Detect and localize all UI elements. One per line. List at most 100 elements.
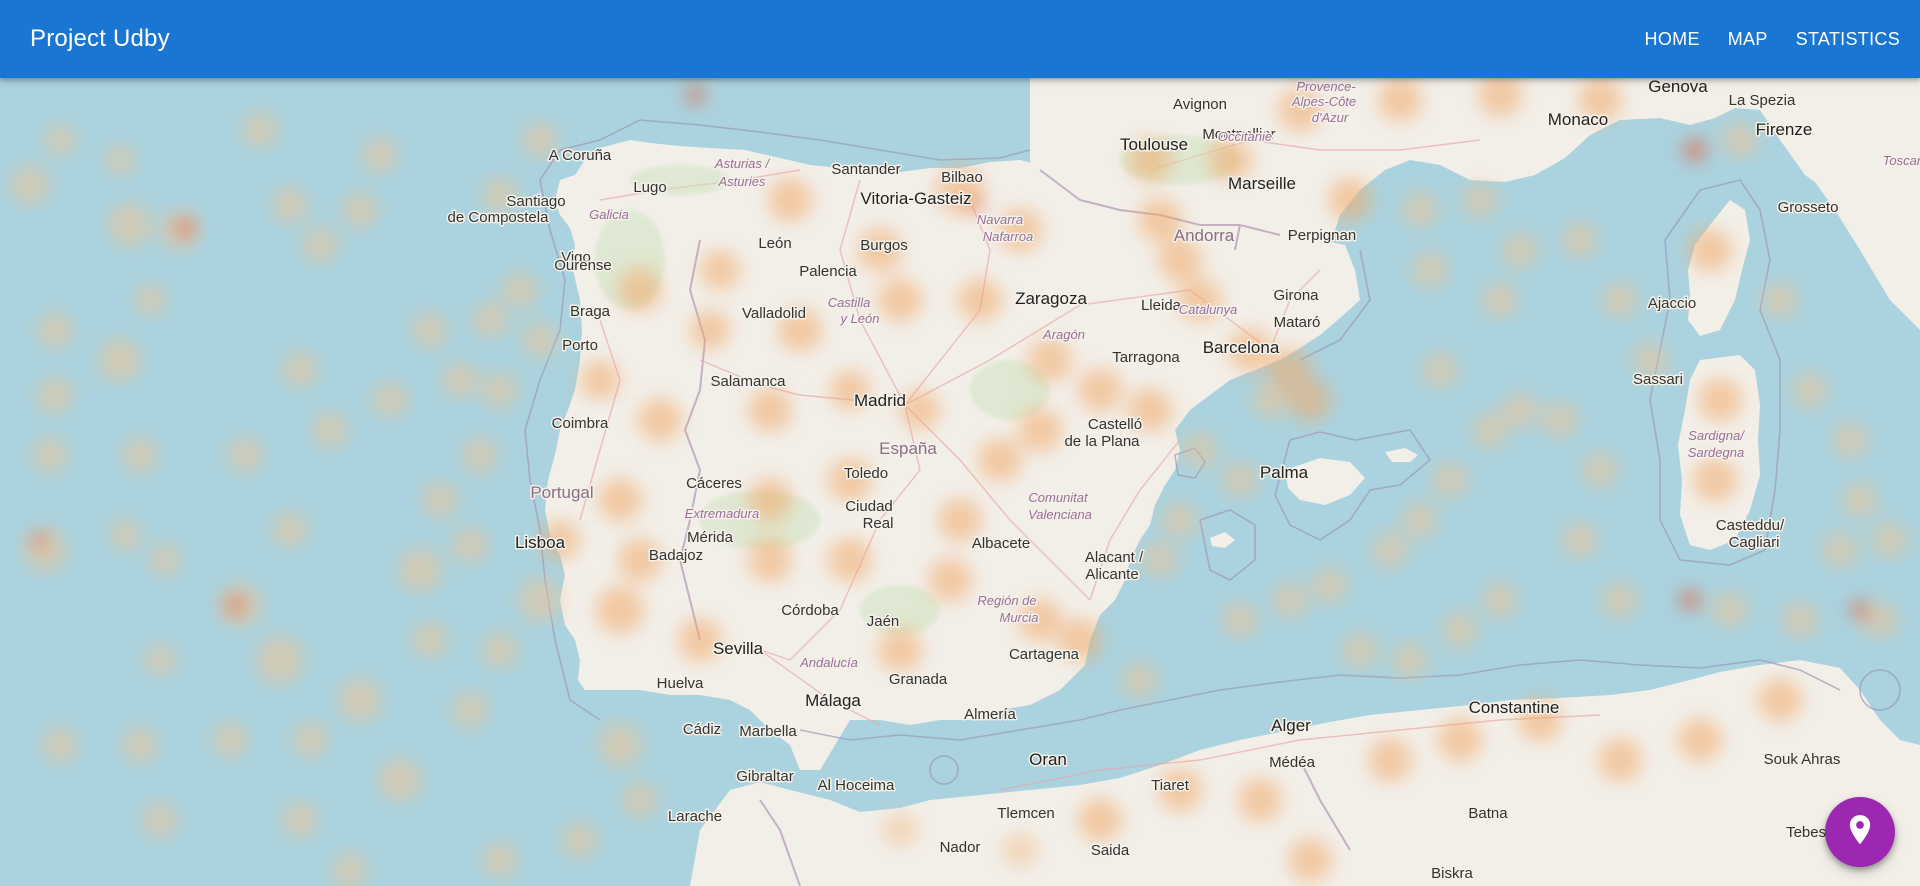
map-label-city: Saida [1091,842,1130,859]
map-label-big: Barcelona [1203,338,1280,357]
map-label-city: Burgos [860,237,908,254]
map-label-region: Región de [977,593,1036,608]
map-label-city: Cádiz [683,721,721,738]
map-label-city: Albacete [972,535,1030,552]
map-label-big: Firenze [1756,120,1813,139]
map-label-city: Porto [562,337,598,354]
map-label-region: Provence- [1296,79,1356,94]
map-label-city: Sassari [1633,371,1683,388]
map-label-city: Mérida [687,529,734,546]
map-label-city: Cáceres [686,475,742,492]
map-label-city: Alicante [1085,566,1138,583]
map-label-city: Biskra [1431,865,1473,882]
map-label-region: Aragón [1042,327,1085,342]
map-label-city: Tiaret [1151,777,1190,794]
map-label-region: y León [839,311,879,326]
map-label-city: Mataró [1274,314,1321,331]
map-label-region: Nafarroa [983,229,1034,244]
map-label-city: Al Hoceima [818,777,895,794]
map-label-big: Constantine [1469,698,1560,717]
map-label-region: Valenciana [1028,507,1092,522]
map-label-city: de Compostela [448,209,550,226]
map-label-city: Tarragona [1112,349,1180,366]
nav-home[interactable]: HOME [1631,21,1714,58]
map-label-city: Girona [1273,287,1319,304]
map-label-city: Almería [964,706,1016,723]
map-label-big: Palma [1260,463,1309,482]
map-label-city: Cartagena [1009,646,1080,663]
map-label-big: Zaragoza [1015,289,1087,308]
map-label-big: Alger [1271,716,1311,735]
map-label-city: Santiago [506,193,565,210]
map-label-city: Badajoz [649,547,703,564]
map-label-city: Batna [1468,805,1508,822]
map-label-region: d'Azur [1312,110,1349,125]
map-label-city: Cagliari [1729,534,1780,551]
map-canvas[interactable]: A CoruñaLugoSantiagode CompostelaVigoOur… [0,0,1920,886]
map-label-big: Monaco [1548,110,1608,129]
map-label-city: Ourense [554,257,612,274]
map-label-city: Ciudad [845,498,893,515]
map-label-city: Nador [940,839,981,856]
map-label-region: Asturias / [714,156,771,171]
app-bar: Project Udby HOME MAP STATISTICS [0,0,1920,78]
map-label-city: Grosseto [1778,199,1839,216]
map-label-city: León [758,235,791,252]
map-label-city: Santander [831,161,900,178]
app-title[interactable]: Project Udby [30,25,170,53]
map-label-city: Larache [668,808,722,825]
map-label-region: Castilla [828,295,871,310]
map-label-city: Córdoba [781,602,839,619]
map-label-city: Braga [570,303,611,320]
map-label-big: Madrid [854,391,906,410]
main-nav: HOME MAP STATISTICS [1631,21,1914,58]
map-label-country: España [879,439,937,458]
map-label-region: Navarra [977,212,1023,227]
map-label-region: Extremadura [685,506,759,521]
map-label-city: de la Plana [1064,433,1140,450]
map-label-region: Comunitat [1028,490,1089,505]
map-label-city: Granada [889,671,948,688]
map-label-city: La Spezia [1729,92,1796,109]
map-label-city: Lugo [633,179,666,196]
map-label-region: Occitanie [1218,129,1272,144]
app-root: A Coruña Lugo Santiago de Compostela Vigo Our… [0,0,1920,886]
map-label-big: Sevilla [713,639,764,658]
map-label-city: Salamanca [710,373,786,390]
map-label-city: Avignon [1173,96,1227,113]
map-label-city: Tlemcen [997,805,1055,822]
map-label-region: Andalucía [799,655,858,670]
map-label-country: Andorra [1174,226,1235,245]
map-label-city: Toledo [844,465,888,482]
map-label-region: Catalunya [1179,302,1238,317]
map-label-region: Murcia [999,610,1038,625]
nav-statistics[interactable]: STATISTICS [1782,21,1914,58]
map-label-city: Huelva [657,675,704,692]
map-label-city: Jaén [867,613,900,630]
map-label-city: Ajaccio [1648,295,1696,312]
map-label-city: Real [863,515,894,532]
location-pin-icon [1847,814,1873,851]
map-label-region: Sardigna/ [1688,428,1745,443]
map-label-region: Alpes-Côte [1291,94,1356,109]
map-label-country: Portugal [530,483,593,502]
map-label-big: Marseille [1228,174,1296,193]
map-label-city: A Coruña [549,147,612,164]
map-label-city: Casteddu/ [1716,517,1785,534]
map-label-city: Lleida [1141,297,1182,314]
map-label-city: Valladolid [742,305,806,322]
map-label-big: Málaga [805,691,861,710]
map-label-city: Castelló [1088,416,1142,433]
add-location-button[interactable] [1825,797,1895,867]
map-label-city: Palencia [799,263,857,280]
map-label-city: Médéa [1269,754,1316,771]
map-label-region: Asturies [718,174,766,189]
map-label-city: Perpignan [1288,227,1356,244]
map-label-city: Coimbra [552,415,609,432]
nav-map[interactable]: MAP [1714,21,1782,58]
map-label-big: Lisboa [515,533,566,552]
map-label-city: Gibraltar [736,768,794,785]
map-label-big: Oran [1029,750,1067,769]
heatmap-map[interactable]: A Coruña Lugo Santiago de Compostela Vigo Our… [0,0,1920,886]
map-label-city: Bilbao [941,169,983,186]
